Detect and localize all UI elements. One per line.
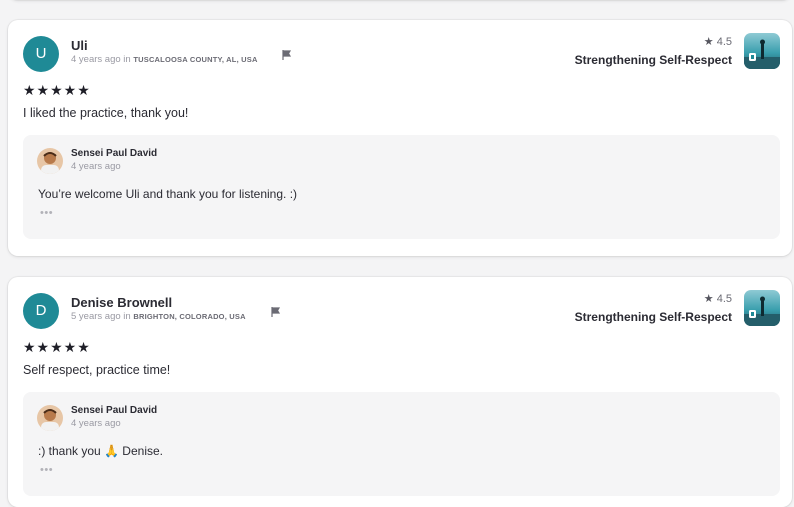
reply-time: 4 years ago: [71, 418, 121, 429]
review-meta: 5 years ago in BRIGHTON, COLORADO, USA: [71, 311, 246, 322]
teacher-name[interactable]: Sensei Paul David: [71, 148, 157, 159]
review-in-label: in: [123, 54, 131, 65]
course-title-link[interactable]: Strengthening Self-Respect: [575, 310, 732, 324]
course-rating-value: 4.5: [716, 293, 732, 305]
flag-icon[interactable]: [282, 50, 292, 60]
review-time: 4 years ago: [71, 54, 121, 65]
reviewer-name[interactable]: Denise Brownell: [71, 295, 172, 310]
teacher-reply: Sensei Paul David 4 years ago :) thank y…: [23, 392, 780, 496]
review-text: Self respect, practice time!: [23, 363, 171, 377]
more-options-icon[interactable]: •••: [40, 207, 53, 219]
teacher-name[interactable]: Sensei Paul David: [71, 405, 157, 416]
review-text: I liked the practice, thank you!: [23, 106, 189, 120]
review-meta: 4 years ago in TUSCALOOSA COUNTY, AL, US…: [71, 54, 258, 65]
review-card: U Uli 4 years ago in TUSCALOOSA COUNTY, …: [8, 20, 792, 256]
course-title-link[interactable]: Strengthening Self-Respect: [575, 53, 732, 67]
star-icon: ★: [703, 293, 714, 305]
review-card: D Denise Brownell 5 years ago in BRIGHTO…: [8, 277, 792, 507]
reply-time: 4 years ago: [71, 161, 121, 172]
review-in-label: in: [123, 311, 131, 322]
reviewer-avatar[interactable]: D: [23, 293, 59, 329]
course-rating: ★ 4.5: [704, 292, 732, 305]
star-icon: ★: [703, 36, 714, 48]
flag-icon[interactable]: [271, 307, 281, 317]
review-location: BRIGHTON, COLORADO, USA: [133, 312, 246, 321]
reply-text: You’re welcome Uli and thank you for lis…: [38, 187, 298, 201]
teacher-avatar[interactable]: [37, 405, 63, 431]
review-time: 5 years ago: [71, 311, 121, 322]
review-location: TUSCALOOSA COUNTY, AL, USA: [133, 55, 258, 64]
course-thumbnail-image[interactable]: [744, 290, 780, 326]
review-star-rating: ★★★★★: [23, 339, 91, 355]
reviewer-avatar[interactable]: U: [23, 36, 59, 72]
course-rating-value: 4.5: [716, 36, 732, 48]
reply-text: :) thank you 🙏 Denise.: [38, 444, 163, 458]
course-rating: ★ 4.5: [704, 35, 732, 48]
review-star-rating: ★★★★★: [23, 82, 91, 98]
teacher-reply: Sensei Paul David 4 years ago You’re wel…: [23, 135, 780, 239]
course-thumbnail-image[interactable]: [744, 33, 780, 69]
more-options-icon[interactable]: •••: [40, 464, 53, 476]
teacher-avatar[interactable]: [37, 148, 63, 174]
reviewer-name[interactable]: Uli: [71, 38, 88, 53]
